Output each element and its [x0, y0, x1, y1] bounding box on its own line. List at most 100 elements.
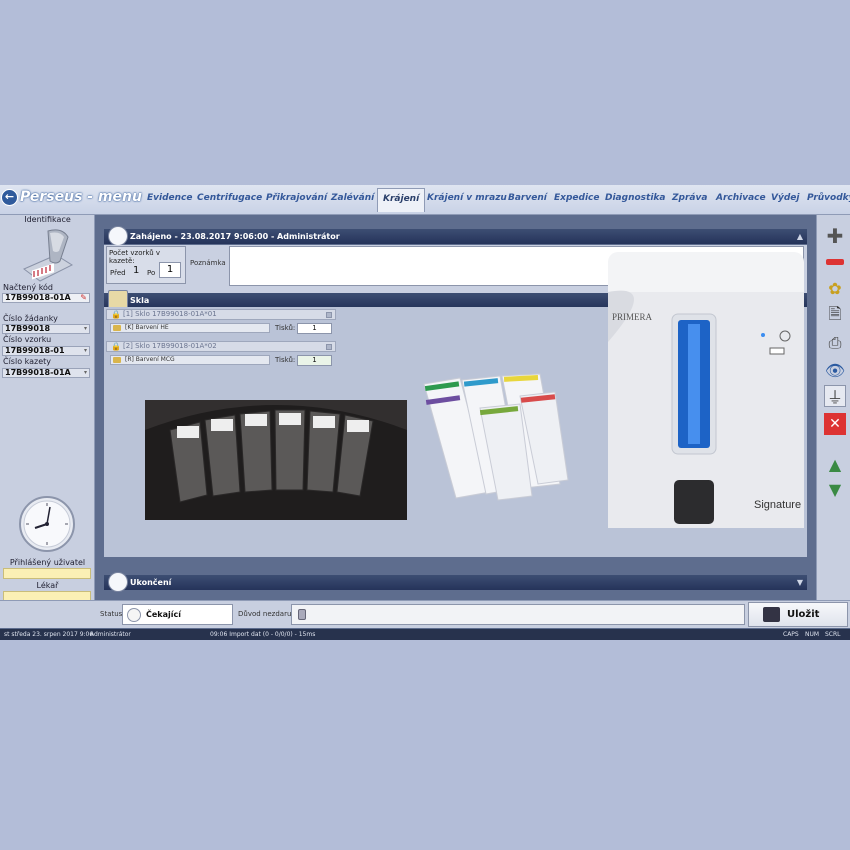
checkbox[interactable] — [326, 344, 332, 350]
collapse-chevron-icon[interactable]: ▲ — [797, 229, 803, 244]
logged-user-field — [3, 568, 91, 579]
sklo-header-text: Skla — [130, 296, 150, 305]
checkbox[interactable] — [326, 312, 332, 318]
request-number-value: 17B99018 — [5, 324, 51, 333]
lock-small-icon — [298, 609, 306, 620]
back-arrow-icon[interactable]: ← — [1, 189, 18, 206]
doctor-label: Lékař — [36, 581, 59, 590]
clock-small-icon — [108, 226, 128, 246]
check-circle-icon — [108, 572, 128, 592]
user-text: Administrátor — [90, 631, 131, 638]
caps-indicator: CAPS — [783, 631, 799, 638]
printer-model: Signature — [754, 499, 801, 511]
stain-label-1: [K] Barvení HE — [125, 324, 169, 331]
nav-diagnostika[interactable]: Diagnostika — [605, 193, 665, 203]
before-label: Před — [110, 269, 126, 277]
eye-icon[interactable]: 👁 — [824, 359, 846, 381]
reason-label: Důvod nezdaru — [238, 610, 292, 618]
read-code-label: Načtený kód — [3, 283, 54, 292]
prints-label-2: Tisků: — [275, 356, 296, 364]
date-text: st středa 23. srpen 2017 9:06 — [4, 631, 94, 638]
stain-label-2: [R] Barvení MCG — [125, 356, 175, 363]
stain-icon — [113, 357, 121, 363]
cassette-number-field[interactable]: 17B99018-01A ▾ — [2, 368, 90, 378]
status-field[interactable]: Čekající — [122, 604, 233, 625]
cassette-number-value: 17B99018-01A — [5, 368, 71, 377]
scrl-indicator: SCRL — [825, 631, 841, 638]
chevron-down-icon[interactable]: ▾ — [84, 369, 87, 377]
nav-expedice[interactable]: Expedice — [554, 193, 599, 203]
document-icon[interactable]: 🗎 — [824, 304, 846, 327]
slide-carousel-photo — [145, 400, 407, 520]
printer-icon[interactable]: ⎙ — [824, 332, 846, 354]
prints-input-1[interactable]: 1 — [297, 323, 332, 334]
lock-icon: 🔒 — [111, 310, 121, 319]
prints-input-2[interactable]: 1 — [297, 355, 332, 366]
arrow-down-icon[interactable]: ▼ — [824, 478, 846, 500]
after-label: Po — [147, 269, 156, 277]
status-label: Status — [100, 610, 123, 618]
sample-count-box: Počet vzorků v kazetě: Před 1 Po 1 — [106, 246, 186, 284]
read-code-value: 17B99018-01A — [5, 293, 71, 302]
note-label: Poznámka — [190, 259, 226, 267]
slide-row-1[interactable]: 🔒 [1] Sklo 17B99018-01A*01 — [106, 309, 336, 320]
cassette-number-label: Číslo kazety — [3, 357, 52, 366]
sample-number-value: 17B99018-01 — [5, 346, 65, 355]
close-icon[interactable]: ✕ — [824, 413, 846, 435]
sample-number-label: Číslo vzorku — [3, 335, 52, 344]
top-navigation: ← Perseus - menu Evidence Centrifugace P… — [0, 185, 850, 215]
slide-title-1: [1] Sklo 17B99018-01A*01 — [123, 310, 217, 318]
slide-row-2[interactable]: 🔒 [2] Sklo 17B99018-01A*02 — [106, 341, 336, 352]
request-number-label: Číslo žádanky — [3, 314, 58, 323]
status-icon — [127, 608, 141, 622]
read-code-field[interactable]: 17B99018-01A ✎ — [2, 293, 90, 303]
nav-zalevani[interactable]: Zalévání — [331, 193, 374, 203]
right-toolbar: ✚ ✿ 🗎 ⎙ 👁 ⏚ ✕ ▲ ▼ — [816, 215, 850, 600]
nav-krajeni[interactable]: Krájení — [377, 188, 426, 212]
stain-item-2[interactable]: [R] Barvení MCG — [110, 355, 270, 365]
stain-icon — [113, 325, 121, 331]
stain-palette-icon[interactable]: ✿ — [824, 277, 846, 299]
add-icon[interactable]: ✚ — [824, 224, 846, 248]
chevron-down-icon[interactable]: ▾ — [84, 325, 87, 333]
nav-vydej[interactable]: Výdej — [771, 193, 799, 203]
nav-krajeni-v-mrazu[interactable]: Krájení v mrazu — [427, 193, 507, 203]
chevron-down-icon[interactable]: ▾ — [84, 347, 87, 355]
nav-zprava[interactable]: Zpráva — [672, 193, 707, 203]
logged-user-label: Přihlášený uživatel — [9, 558, 86, 567]
status-bar: Status Čekající Důvod nezdaru Uložit kro… — [0, 600, 850, 640]
barcode-scanner-icon — [23, 229, 74, 282]
printed-slides-photo — [423, 373, 569, 501]
nav-barveni[interactable]: Barvení — [508, 193, 547, 203]
floppy-disk-icon — [763, 607, 780, 622]
lock-icon: 🔒 — [111, 342, 121, 351]
identification-panel: Identifikace Načtený kód 17B99018-01A ✎ … — [0, 215, 95, 602]
import-text: 09:06 Import dat (0 - 0/0/0) - 15ms — [210, 631, 316, 638]
nav-archivace[interactable]: Archivace — [716, 193, 766, 203]
reason-field[interactable] — [291, 604, 745, 625]
started-header[interactable]: Zahájeno - 23.08.2017 9:06:00 - Administ… — [104, 226, 807, 246]
save-step-button[interactable]: Uložit krok — [748, 602, 848, 640]
printer-photo: PRIMERA Signature — [608, 252, 804, 528]
arrow-up-icon[interactable]: ▲ — [824, 453, 846, 475]
ending-header[interactable]: Ukončení ▼ — [104, 572, 807, 592]
filter-icon[interactable]: ⏚ — [824, 385, 846, 407]
nav-centrifugace[interactable]: Centrifugace — [197, 193, 262, 203]
nav-prikrajovani[interactable]: Přikrajování — [266, 193, 327, 203]
expand-chevron-icon[interactable]: ▼ — [797, 575, 803, 590]
ending-header-text: Ukončení — [130, 578, 172, 587]
status-value: Čekající — [146, 610, 181, 619]
pencil-icon[interactable]: ✎ — [80, 294, 87, 302]
nav-evidence[interactable]: Evidence — [147, 193, 193, 203]
stain-item-1[interactable]: [K] Barvení HE — [110, 323, 270, 333]
num-indicator: NUM — [805, 631, 820, 638]
prints-label-1: Tisků: — [275, 324, 296, 332]
request-number-field[interactable]: 17B99018 ▾ — [2, 324, 90, 334]
sample-number-field[interactable]: 17B99018-01 ▾ — [2, 346, 90, 356]
printer-brand: PRIMERA — [612, 312, 653, 322]
after-input[interactable]: 1 — [159, 262, 181, 278]
clock-icon — [19, 496, 75, 552]
nav-pruvodky[interactable]: Průvodky — [807, 193, 850, 203]
remove-icon[interactable] — [824, 251, 846, 273]
identification-heading: Identifikace — [24, 215, 71, 224]
